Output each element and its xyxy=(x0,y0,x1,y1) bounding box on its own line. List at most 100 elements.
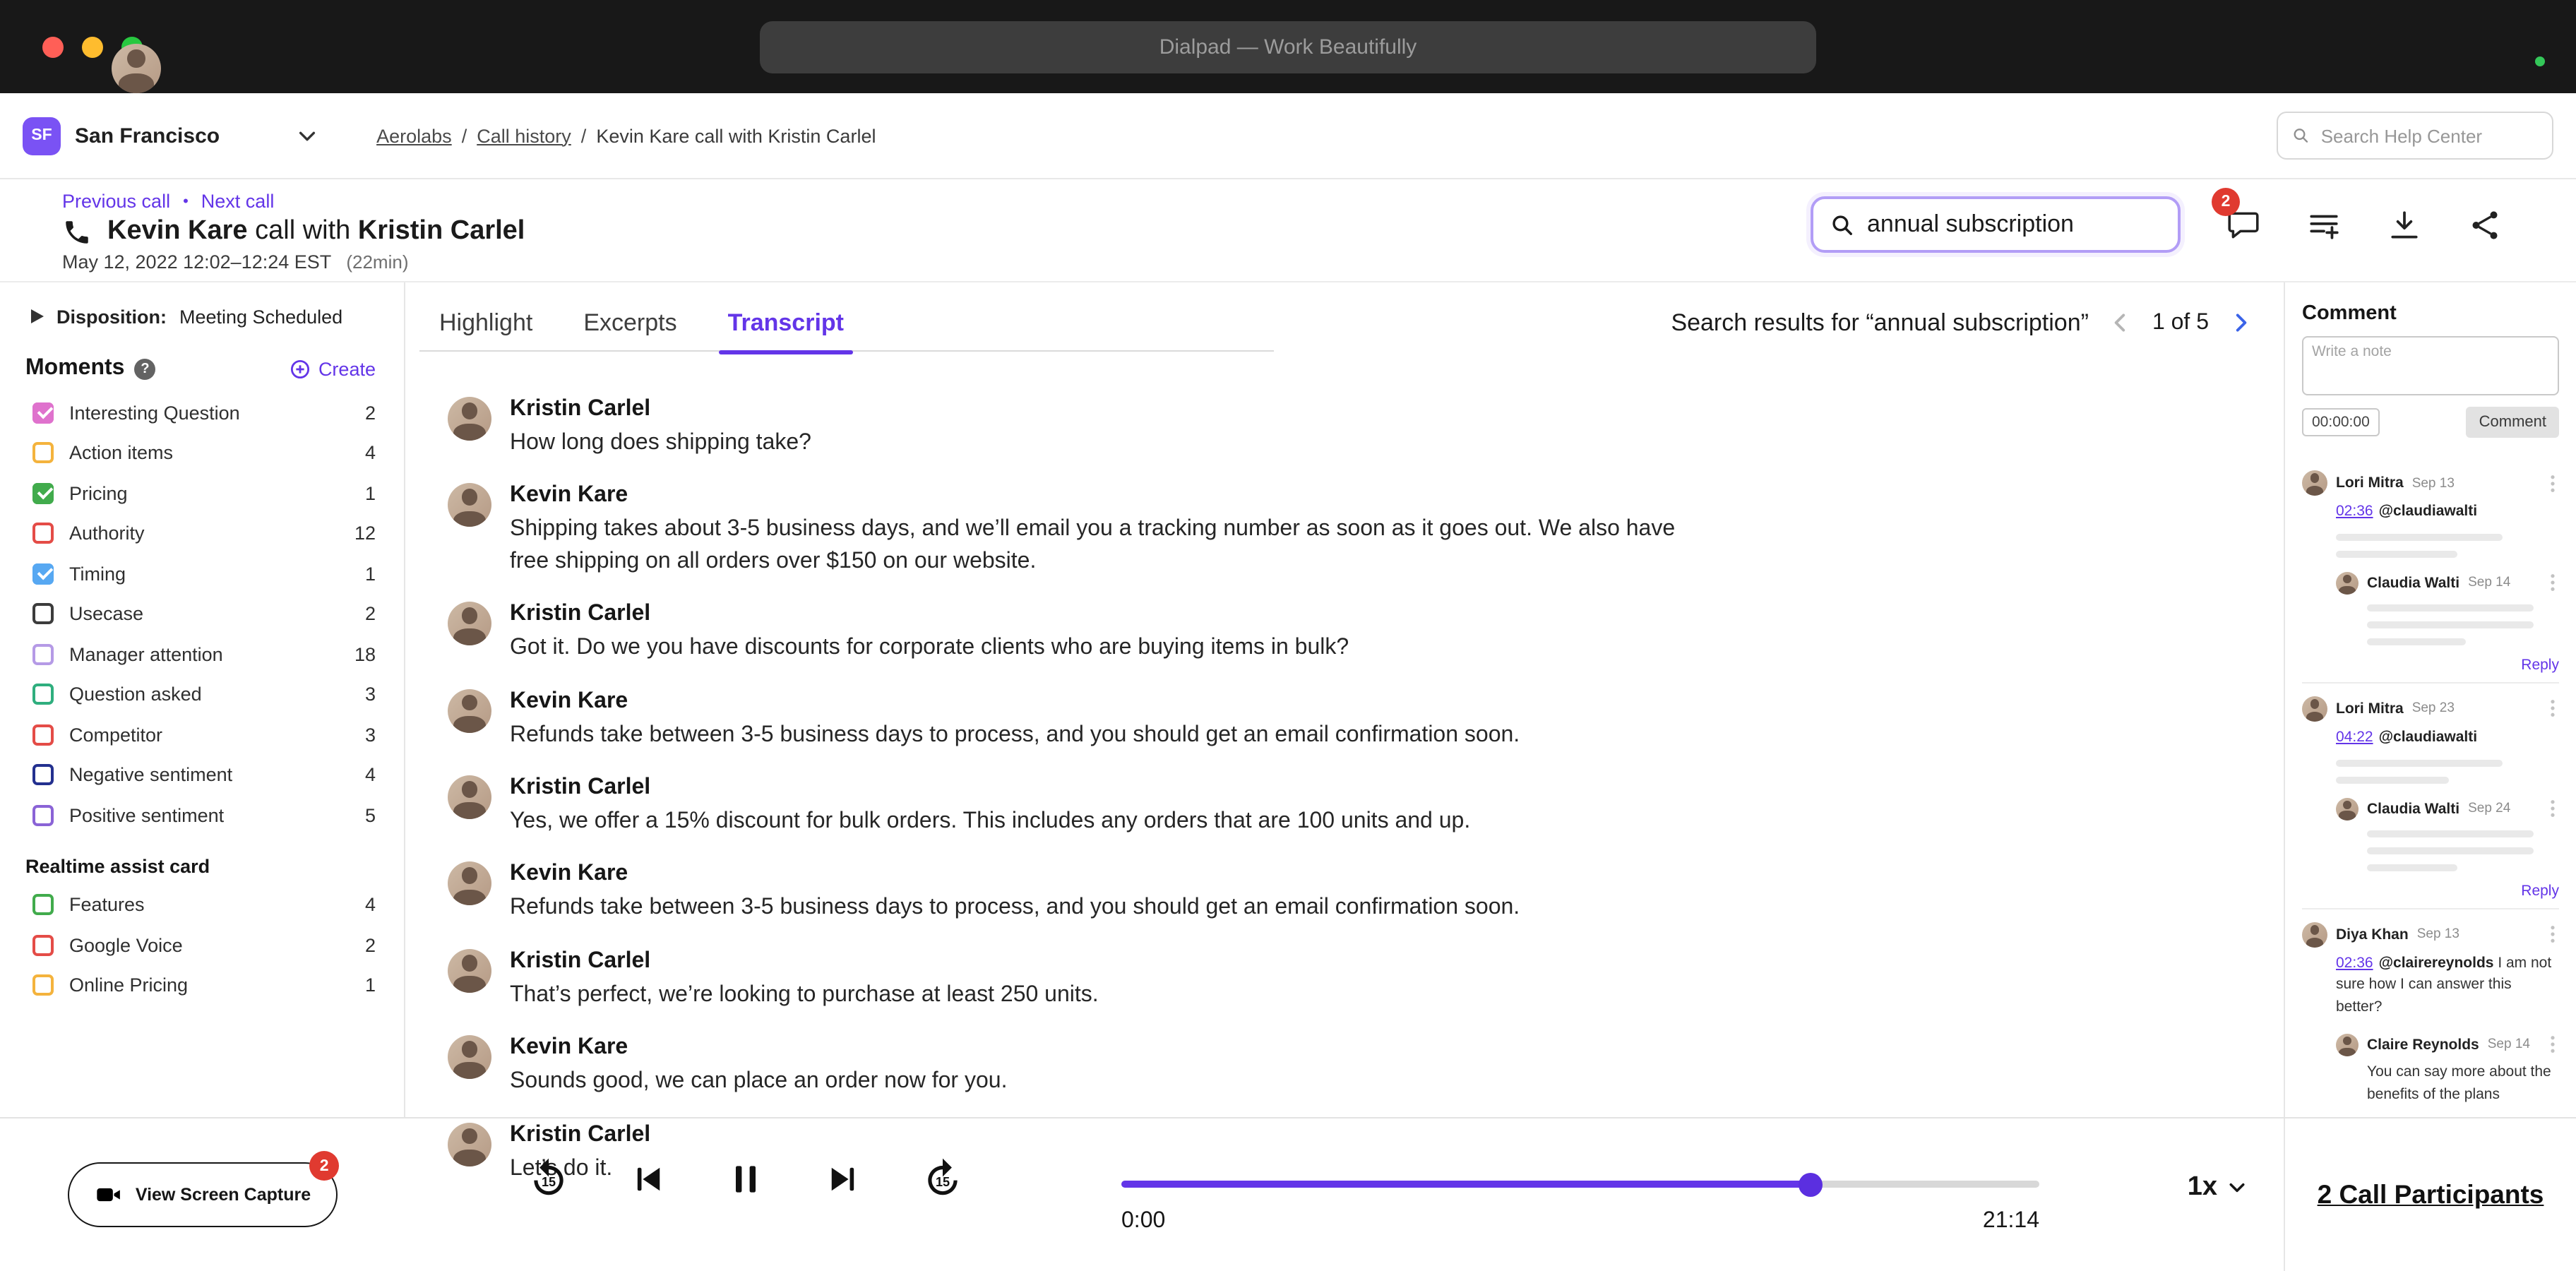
moment-checkbox[interactable] xyxy=(32,684,54,705)
comment-timestamp-link[interactable]: 02:36 xyxy=(2336,503,2373,520)
help-icon[interactable]: ? xyxy=(134,358,155,379)
assist-item[interactable]: Online Pricing 1 xyxy=(0,965,404,1006)
breadcrumb-separator: / xyxy=(581,125,587,146)
comment-mention[interactable]: @claudiawalti xyxy=(2379,503,2478,520)
user-avatar[interactable] xyxy=(112,43,161,93)
callee-name: Kristin Carlel xyxy=(358,216,525,246)
previous-result-button[interactable] xyxy=(2109,311,2133,335)
disposition-label: Disposition: xyxy=(56,306,167,327)
assist-item[interactable]: Features 4 xyxy=(0,885,404,925)
pause-button[interactable] xyxy=(726,1159,765,1198)
moment-checkbox[interactable] xyxy=(32,765,54,786)
kebab-menu-icon[interactable] xyxy=(2546,700,2559,718)
transcript-search-box[interactable] xyxy=(1811,196,2181,253)
add-to-playlist-button[interactable] xyxy=(2306,207,2342,242)
reply-link[interactable]: Reply xyxy=(2302,657,2559,674)
moment-item[interactable]: Authority 12 xyxy=(0,513,404,554)
moment-checkbox[interactable] xyxy=(32,443,54,464)
help-search-input[interactable] xyxy=(2321,125,2538,146)
view-screen-capture-button[interactable]: View Screen Capture 2 xyxy=(68,1162,338,1227)
transcript-text: Got it. Do we you have discounts for cor… xyxy=(510,633,1349,664)
moment-item[interactable]: Action items 4 xyxy=(0,433,404,473)
skip-forward-15-button[interactable]: 15 xyxy=(921,1157,965,1200)
tab-excerpts[interactable]: Excerpts xyxy=(583,282,676,363)
kebab-menu-icon[interactable] xyxy=(2546,799,2559,818)
minimize-button[interactable] xyxy=(82,36,103,57)
moment-label: Authority xyxy=(69,523,354,544)
moment-item[interactable]: Pricing 1 xyxy=(0,473,404,513)
search-results-label: Search results for “annual subscription” xyxy=(1671,309,2089,337)
next-call-link[interactable]: Next call xyxy=(201,191,275,212)
moment-item[interactable]: Interesting Question 2 xyxy=(0,393,404,433)
comment-thread: Diya Khan Sep 13 02:36@clairereynolds I … xyxy=(2302,907,2559,1117)
next-track-button[interactable] xyxy=(825,1160,861,1197)
speaker-avatar xyxy=(448,1035,491,1079)
assist-item[interactable]: Google Voice 2 xyxy=(0,925,404,965)
tab-highlight[interactable]: Highlight xyxy=(439,282,532,363)
transcript-text: That’s perfect, we’re looking to purchas… xyxy=(510,979,1099,1011)
kebab-menu-icon[interactable] xyxy=(2546,574,2559,592)
playback-progress-bar[interactable] xyxy=(1121,1181,2039,1188)
breadcrumb-link-call-history[interactable]: Call history xyxy=(477,125,571,146)
note-input[interactable] xyxy=(2302,336,2559,395)
moment-checkbox[interactable] xyxy=(32,523,54,544)
comment-mention[interactable]: @clairereynolds xyxy=(2379,954,2494,971)
tab-transcript[interactable]: Transcript xyxy=(728,282,844,363)
kebab-menu-icon[interactable] xyxy=(2546,925,2559,943)
comments-toggle-button[interactable]: 2 xyxy=(2226,207,2261,242)
reply-link[interactable]: Reply xyxy=(2302,882,2559,899)
workspace-selector[interactable]: SF San Francisco xyxy=(23,117,317,155)
comment-timestamp-link[interactable]: 04:22 xyxy=(2336,729,2373,746)
comment-timestamp-field[interactable]: 00:00:00 xyxy=(2302,408,2380,436)
previous-track-button[interactable] xyxy=(630,1160,667,1197)
progress-knob[interactable] xyxy=(1798,1172,1822,1196)
close-button[interactable] xyxy=(42,36,64,57)
download-button[interactable] xyxy=(2387,207,2422,242)
playlist-add-icon xyxy=(2306,207,2342,242)
comment-submit-button[interactable]: Comment xyxy=(2467,407,2559,438)
moment-item[interactable]: Manager attention 18 xyxy=(0,634,404,674)
moment-checkbox[interactable] xyxy=(32,724,54,746)
moment-checkbox[interactable] xyxy=(32,805,54,826)
assist-label: Google Voice xyxy=(69,935,365,956)
moment-label: Negative sentiment xyxy=(69,765,365,786)
assist-checkbox[interactable] xyxy=(32,935,54,956)
moment-item[interactable]: Timing 1 xyxy=(0,554,404,594)
moment-item[interactable]: Usecase 2 xyxy=(0,594,404,634)
skip-back-15-button[interactable]: 15 xyxy=(527,1157,571,1200)
transcript-speaker: Kevin Kare xyxy=(510,688,1520,714)
transcript-search-input[interactable] xyxy=(1867,210,2161,239)
comment-timestamp-link[interactable]: 02:36 xyxy=(2336,954,2373,971)
commenter-avatar xyxy=(2302,921,2327,947)
moment-checkbox[interactable] xyxy=(32,644,54,665)
help-search-box[interactable] xyxy=(2277,112,2553,160)
moment-item[interactable]: Question asked 3 xyxy=(0,674,404,715)
previous-call-link[interactable]: Previous call xyxy=(62,191,170,212)
caller-name: Kevin Kare xyxy=(107,216,248,246)
next-result-button[interactable] xyxy=(2229,311,2253,335)
kebab-menu-icon[interactable] xyxy=(2546,474,2559,492)
speaker-avatar xyxy=(448,688,491,732)
moment-item[interactable]: Positive sentiment 5 xyxy=(0,795,404,835)
moment-checkbox[interactable] xyxy=(32,563,54,585)
moment-checkbox[interactable] xyxy=(32,604,54,625)
playback-speed-selector[interactable]: 1x xyxy=(2188,1172,2247,1203)
kebab-menu-icon[interactable] xyxy=(2546,1036,2559,1054)
transcript-text: Yes, we offer a 15% discount for bulk or… xyxy=(510,806,1470,838)
moment-item[interactable]: Negative sentiment 4 xyxy=(0,755,404,795)
assist-checkbox[interactable] xyxy=(32,895,54,916)
call-participants-link[interactable]: 2 Call Participants xyxy=(2318,1179,2544,1210)
breadcrumb-link-aerolabs[interactable]: Aerolabs xyxy=(376,125,452,146)
share-button[interactable] xyxy=(2467,207,2503,242)
moment-checkbox[interactable] xyxy=(32,483,54,504)
comment-mention[interactable]: @claudiawalti xyxy=(2379,729,2478,746)
assist-checkbox[interactable] xyxy=(32,975,54,996)
moment-item[interactable]: Competitor 3 xyxy=(0,715,404,755)
nav-bullet: • xyxy=(183,193,189,210)
moment-checkbox[interactable] xyxy=(32,402,54,424)
play-icon[interactable] xyxy=(31,309,44,323)
create-moment-button[interactable]: Create xyxy=(290,358,376,379)
transcript-entry: Kevin Kare Shipping takes about 3-5 busi… xyxy=(448,484,2255,578)
breadcrumb-current: Kevin Kare call with Kristin Carlel xyxy=(596,125,876,146)
chevron-down-icon[interactable] xyxy=(296,125,317,146)
